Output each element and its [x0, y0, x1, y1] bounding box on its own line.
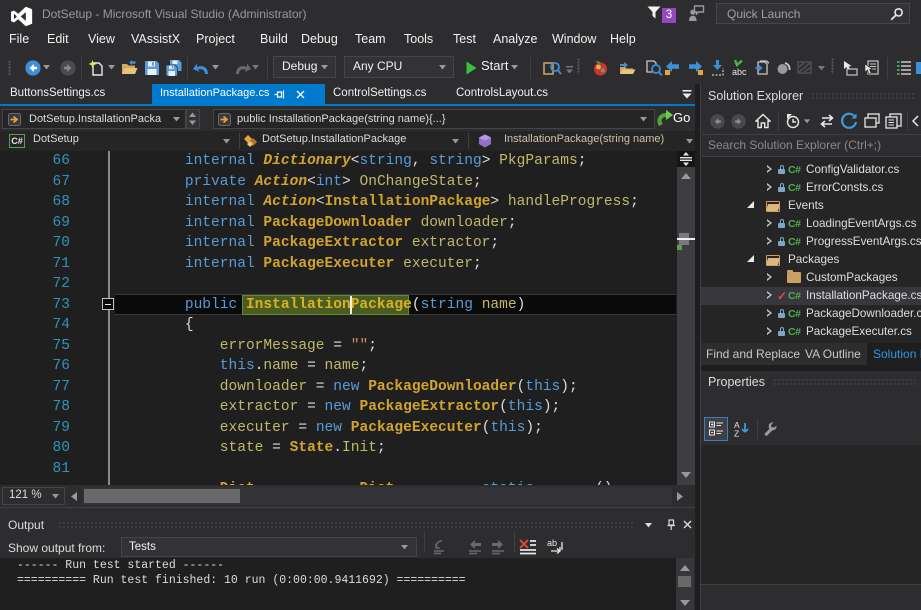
- svg-text:ab: ab: [547, 538, 557, 548]
- svg-text:abc: abc: [732, 67, 747, 76]
- svg-text:Z: Z: [734, 429, 739, 438]
